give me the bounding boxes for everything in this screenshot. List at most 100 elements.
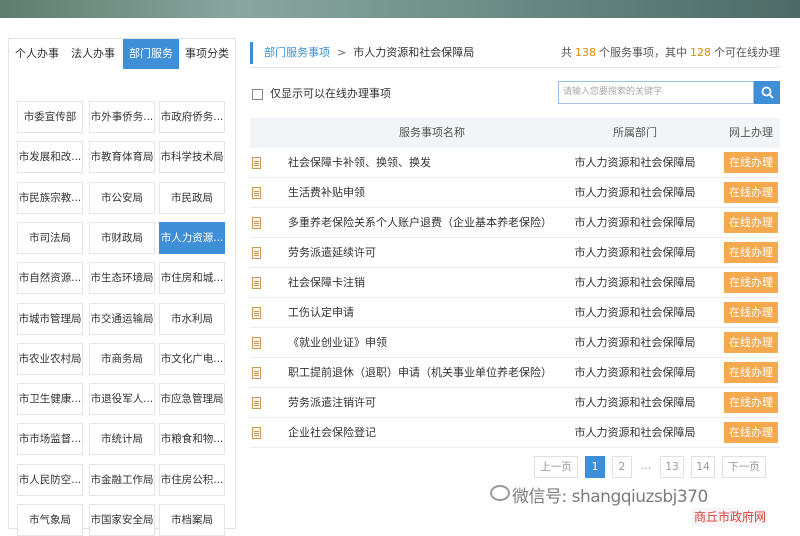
search-button[interactable] [754, 81, 780, 104]
table-row: 社会保障卡注销 市人力资源和社会保障局 在线办理 [250, 268, 780, 298]
service-department: 市人力资源和社会保障局 [574, 396, 696, 409]
row-icon-cell [250, 208, 288, 237]
document-icon [252, 157, 261, 169]
table-row: 生活费补贴申领 市人力资源和社会保障局 在线办理 [250, 178, 780, 208]
header-department: 所属部门 [613, 126, 657, 139]
service-name-link[interactable]: 工伤认定申请 [288, 298, 548, 327]
service-name-link[interactable]: 社会保障卡补领、换领、换发 [288, 148, 548, 177]
service-name-link[interactable]: 《就业创业证》申领 [288, 328, 548, 357]
pager-next-button[interactable]: 下一页 [722, 456, 766, 478]
table-row: 工伤认定申请 市人力资源和社会保障局 在线办理 [250, 298, 780, 328]
tab-0[interactable]: 个人办事 [9, 39, 65, 69]
table-row: 社会保障卡补领、换领、换发 市人力资源和社会保障局 在线办理 [250, 148, 780, 178]
watermark-text: 微信号: shangqiuzsbj370 [512, 487, 708, 507]
department-item[interactable]: 市粮食和物... [159, 423, 225, 456]
service-nav-panel: 个人办事 法人办事 部门服务 事项分类 市委宣传部 市外事侨务... 市政府侨务... 市发… [8, 38, 236, 536]
row-icon-cell [250, 238, 288, 267]
service-name-link[interactable]: 劳务派遣注销许可 [288, 388, 548, 417]
document-icon [252, 367, 261, 379]
service-name-link[interactable]: 生活费补贴申领 [288, 178, 548, 207]
tab-2[interactable]: 部门服务 [123, 39, 179, 69]
department-item[interactable]: 市司法局 [17, 221, 83, 254]
department-item[interactable]: 市文化广电... [159, 342, 225, 375]
service-name-link[interactable]: 社会保障卡注销 [288, 268, 548, 297]
row-icon-cell [250, 358, 288, 387]
department-item[interactable]: 市发展和改... [17, 141, 83, 174]
tab-3[interactable]: 事项分类 [179, 39, 235, 69]
online-only-filter[interactable]: 仅显示可以在线办理事项 [252, 87, 391, 101]
header-icon-cell [250, 118, 288, 148]
department-item[interactable]: 市统计局 [89, 423, 155, 456]
service-name-link[interactable]: 劳务派遣延续许可 [288, 238, 548, 267]
online-handle-button[interactable]: 在线办理 [724, 152, 778, 173]
department-item[interactable]: 市生态环境局 [89, 262, 155, 295]
department-item[interactable]: 市市场监督... [17, 423, 83, 456]
department-item[interactable]: 市政府侨务... [159, 101, 225, 133]
online-handle-button[interactable]: 在线办理 [724, 422, 778, 443]
breadcrumb-separator: > [337, 46, 347, 59]
online-handle-button[interactable]: 在线办理 [724, 332, 778, 353]
online-only-checkbox[interactable] [252, 88, 263, 100]
department-item[interactable]: 市交通运输局 [89, 302, 155, 335]
service-department: 市人力资源和社会保障局 [574, 366, 696, 379]
department-item[interactable]: 市人民防空... [17, 463, 83, 496]
department-item[interactable]: 市城市管理局 [17, 302, 83, 335]
breadcrumb-bar: 部门服务事项 > 市人力资源和社会保障局 共 138 个服务事项，其中 128 个可在线办理 [250, 38, 780, 68]
breadcrumb-current: 市人力资源和社会保障局 [353, 46, 475, 59]
pager-page-button[interactable]: 1 [585, 456, 605, 478]
department-item[interactable]: 市气象局 [17, 504, 83, 536]
online-handle-button[interactable]: 在线办理 [724, 362, 778, 383]
department-item[interactable]: 市水利局 [159, 302, 225, 335]
online-handle-button[interactable]: 在线办理 [724, 182, 778, 203]
search-input[interactable]: 请输入您要搜索的关键字 [558, 81, 754, 104]
pager-page-button[interactable]: 13 [660, 456, 684, 478]
pager-page-button[interactable]: 14 [691, 456, 715, 478]
department-item[interactable]: 市档案局 [159, 504, 225, 536]
department-item[interactable]: 市教育体育局 [89, 141, 155, 174]
pager-page-button[interactable]: 2 [612, 456, 632, 478]
tab-1[interactable]: 法人办事 [65, 39, 123, 69]
online-handle-button[interactable]: 在线办理 [724, 242, 778, 263]
online-cell: 在线办理 [722, 238, 780, 267]
service-department: 市人力资源和社会保障局 [574, 246, 696, 259]
document-icon [252, 187, 261, 199]
department-item[interactable]: 市退役军人... [89, 383, 155, 416]
department-item[interactable]: 市住房公积... [159, 463, 225, 496]
table-row: 多重养老保险关系个人账户退费（企业基本养老保险） 市人力资源和社会保障局 在线办理 [250, 208, 780, 238]
department-item[interactable]: 市人力资源... [159, 221, 225, 254]
online-cell: 在线办理 [722, 418, 780, 447]
department-item[interactable]: 市财政局 [89, 221, 155, 254]
online-handle-button[interactable]: 在线办理 [724, 302, 778, 323]
service-name-link[interactable]: 职工提前退休（退职）申请（机关事业单位养老保险） [288, 358, 548, 387]
department-item[interactable]: 市应急管理局 [159, 383, 225, 416]
pager-prev-button[interactable]: 上一页 [534, 456, 578, 478]
document-icon [252, 217, 261, 229]
table-row: 职工提前退休（退职）申请（机关事业单位养老保险） 市人力资源和社会保障局 在线办理 [250, 358, 780, 388]
table-row: 劳务派遣注销许可 市人力资源和社会保障局 在线办理 [250, 388, 780, 418]
breadcrumb-root-link[interactable]: 部门服务事项 [264, 46, 330, 59]
document-icon [252, 277, 261, 289]
department-item[interactable]: 市民政局 [159, 181, 225, 214]
department-item[interactable]: 市金融工作局 [89, 463, 155, 496]
online-handle-button[interactable]: 在线办理 [724, 392, 778, 413]
department-item[interactable]: 市住房和城... [159, 262, 225, 295]
header-banner-image [0, 0, 800, 18]
department-item[interactable]: 市公安局 [89, 181, 155, 214]
department-item[interactable]: 市外事侨务... [89, 101, 155, 133]
service-name-link[interactable]: 多重养老保险关系个人账户退费（企业基本养老保险） [288, 208, 548, 237]
online-handle-button[interactable]: 在线办理 [724, 272, 778, 293]
table-row: 劳务派遣延续许可 市人力资源和社会保障局 在线办理 [250, 238, 780, 268]
service-name-link[interactable]: 企业社会保险登记 [288, 418, 548, 447]
department-item[interactable]: 市农业农村局 [17, 342, 83, 375]
department-item[interactable]: 市委宣传部 [17, 101, 83, 133]
department-item[interactable]: 市科学技术局 [159, 141, 225, 174]
department-item[interactable]: 市商务局 [89, 342, 155, 375]
department-item[interactable]: 市国家安全局 [89, 504, 155, 536]
online-handle-button[interactable]: 在线办理 [724, 212, 778, 233]
department-item[interactable]: 市卫生健康... [17, 383, 83, 416]
department-item[interactable]: 市民族宗教... [17, 181, 83, 214]
online-cell: 在线办理 [722, 388, 780, 417]
count-mid: 个服务事项，其中 [599, 46, 687, 59]
department-item[interactable]: 市自然资源... [17, 262, 83, 295]
document-icon [252, 337, 261, 349]
